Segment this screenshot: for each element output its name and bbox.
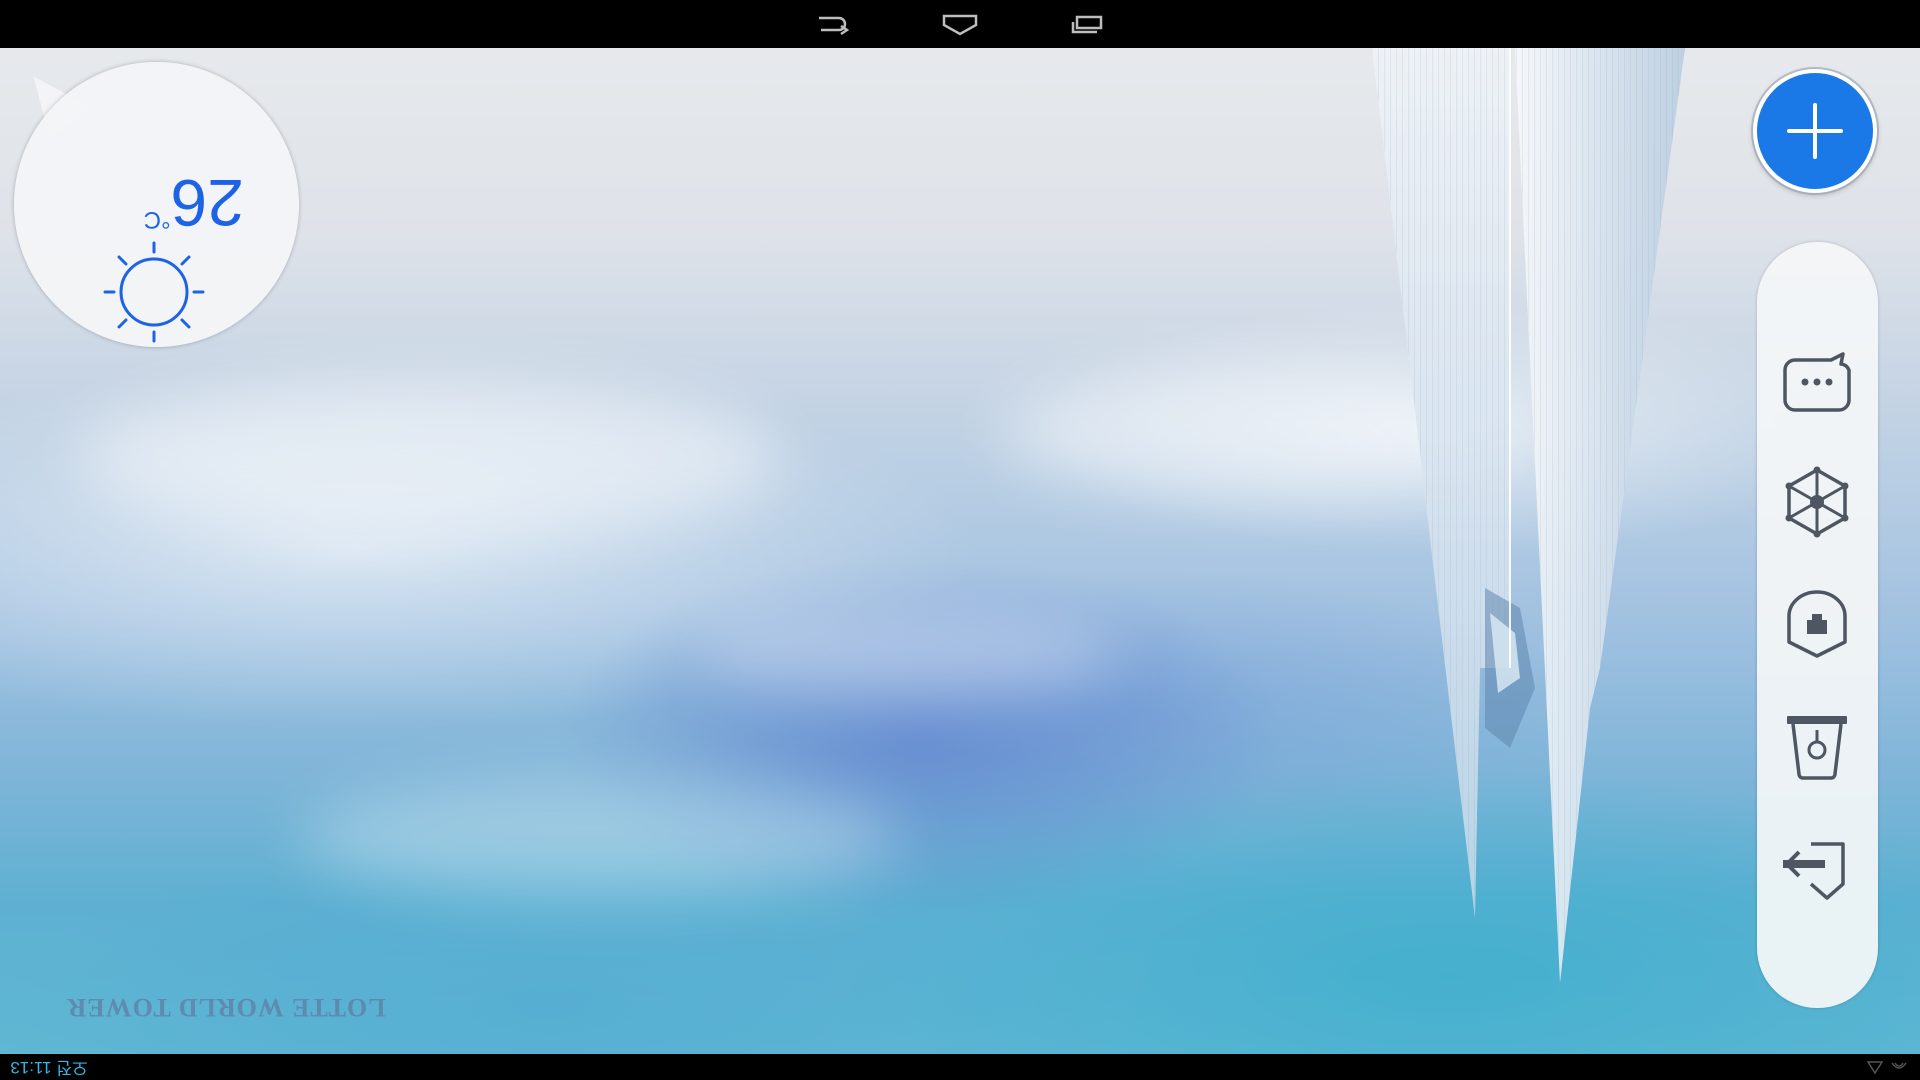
back-button[interactable] [806, 8, 856, 40]
chat-bubble-icon [1783, 352, 1851, 412]
wifi-icon [1891, 1062, 1907, 1069]
network-hexagon-icon [1785, 466, 1849, 538]
status-bar: 오전 11:13 [0, 1054, 1920, 1080]
temperature-unit: °C [143, 206, 171, 233]
status-clock: 오전 11:13 [10, 1058, 88, 1077]
brand-watermark: LOTTE WORLD TOWER [66, 993, 386, 1022]
home-icon [942, 14, 978, 36]
app-dock [1757, 242, 1878, 1008]
recent-apps-button[interactable] [1062, 8, 1112, 40]
temperature-value: 26 [170, 166, 244, 240]
add-button[interactable] [1753, 69, 1877, 193]
dock-item-exit[interactable] [1777, 828, 1857, 908]
recent-apps-icon [1071, 15, 1103, 34]
shield-icon [1787, 590, 1847, 658]
trash-icon [1787, 716, 1847, 780]
dock-item-shield[interactable] [1777, 584, 1857, 664]
sun-icon [103, 241, 205, 343]
weather-widget[interactable]: 26°C [13, 60, 299, 347]
signal-icon [1866, 1061, 1884, 1075]
tower-image [1372, 48, 1685, 983]
dock-item-chat[interactable] [1777, 340, 1857, 420]
back-icon [819, 16, 850, 36]
system-navigation-bar [0, 0, 1920, 48]
dock-item-trash[interactable] [1777, 706, 1857, 786]
dock-item-network[interactable] [1777, 462, 1857, 542]
home-button[interactable] [935, 8, 985, 40]
exit-icon [1783, 842, 1845, 900]
plus-icon [1787, 103, 1843, 159]
temperature-readout: 26°C [104, 166, 244, 240]
